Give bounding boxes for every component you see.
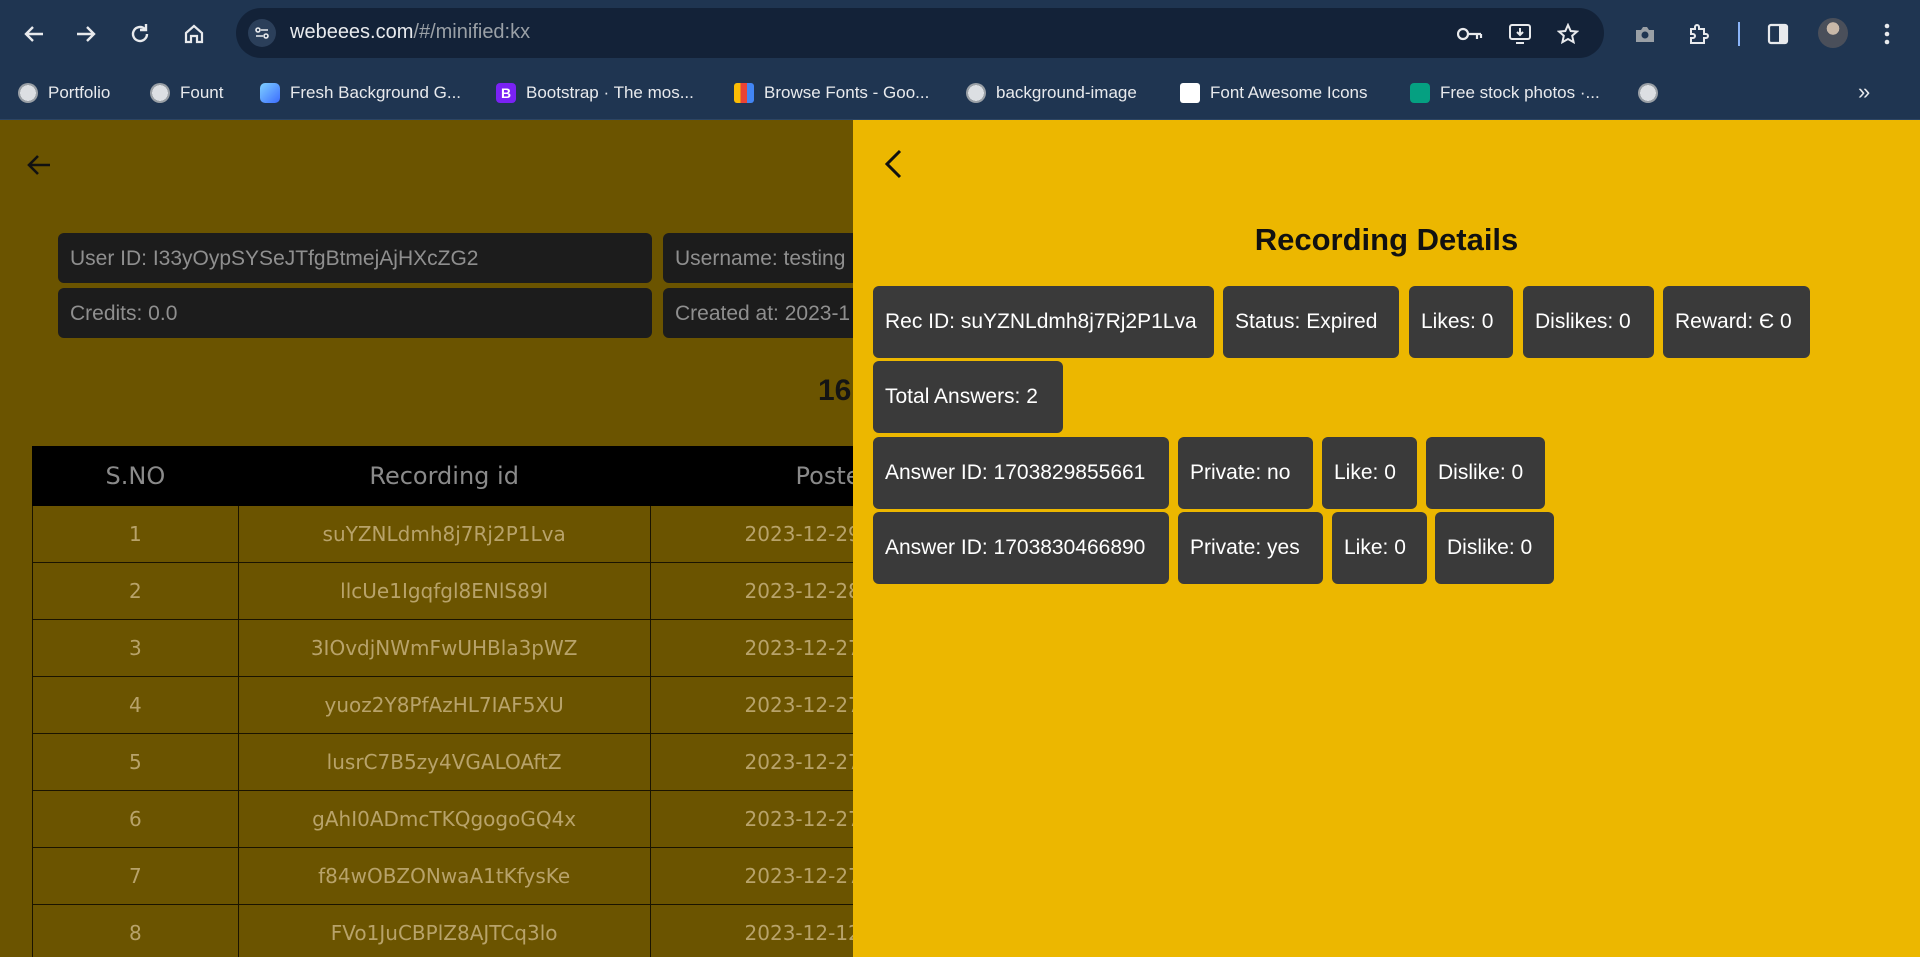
chevron-left-icon[interactable]	[883, 148, 903, 188]
star-icon[interactable]	[1554, 20, 1582, 48]
cell-recording-id: suYZNLdmh8j7Rj2P1Lva	[237, 505, 651, 563]
answer-like-chip: Like: 0	[1322, 437, 1417, 509]
status-chip: Status: Expired	[1223, 286, 1399, 358]
url-text: webeees.com/#/minified:kx	[290, 21, 531, 43]
total-answers-chip: Total Answers: 2	[873, 361, 1063, 433]
bookmark-globe[interactable]	[1638, 79, 1658, 107]
home-icon[interactable]	[174, 14, 214, 54]
answer-dislike-chip: Dislike: 0	[1426, 437, 1545, 509]
cell-recording-id: yuoz2Y8PfAzHL7IAF5XU	[237, 676, 651, 734]
cell-sno: 7	[32, 847, 239, 905]
drawer-title: Recording Details	[1254, 222, 1519, 257]
answer-like-chip: Like: 0	[1332, 512, 1427, 584]
cell-sno: 3	[32, 619, 239, 677]
bookmark-label: Font Awesome Icons	[1210, 83, 1368, 102]
bookmark-free-stock-photos[interactable]: Free stock photos ·...	[1410, 79, 1600, 107]
bookmark-google-fonts[interactable]: Browse Fonts - Goo...	[734, 79, 929, 107]
cell-recording-id: f84wOBZONwaA1tKfysKe	[237, 847, 651, 905]
extensions-icon[interactable]	[1679, 14, 1719, 54]
globe-icon	[18, 83, 38, 103]
cell-recording-id: llcUe1Igqfgl8ENlS89l	[237, 562, 651, 620]
bookmark-label: Portfolio	[48, 83, 111, 102]
likes-chip: Likes: 0	[1409, 286, 1513, 358]
cell-sno: 5	[32, 733, 239, 791]
more-menu-icon[interactable]	[1867, 14, 1907, 54]
cell-sno: 8	[32, 904, 239, 957]
google-fonts-icon	[734, 83, 754, 103]
cell-sno: 4	[32, 676, 239, 734]
back-arrow-icon[interactable]	[14, 14, 54, 54]
bookmark-label: background-image	[996, 83, 1137, 102]
gradient-icon	[260, 83, 280, 103]
profile-avatar[interactable]	[1818, 18, 1848, 48]
toolbar-divider	[1738, 22, 1740, 46]
cell-sno: 2	[32, 562, 239, 620]
bookmark-font-awesome[interactable]: Font Awesome Icons	[1180, 79, 1368, 107]
side-panel-icon[interactable]	[1758, 14, 1798, 54]
bookmarks-bar: Portfolio Fount Fresh Background G... B …	[0, 67, 1920, 120]
username-field: Username: testing	[663, 233, 863, 283]
globe-icon	[966, 83, 986, 103]
back-arrow-icon[interactable]	[26, 148, 52, 185]
browser-toolbar: webeees.com/#/minified:kx	[0, 0, 1920, 67]
bookmark-label: Fresh Background G...	[290, 83, 462, 102]
bookmark-portfolio[interactable]: Portfolio	[18, 79, 110, 107]
bookmark-label: Browse Fonts - Goo...	[764, 83, 930, 102]
bookmark-background-image[interactable]: background-image	[966, 79, 1137, 107]
bookmark-label: Free stock photos ·...	[1440, 83, 1600, 102]
install-app-icon[interactable]	[1506, 20, 1534, 48]
recording-details-drawer: Recording Details Rec ID: suYZNLdmh8j7Rj…	[853, 120, 1920, 957]
cell-recording-id: lusrC7B5zy4VGALOAftZ	[237, 733, 651, 791]
forward-arrow-icon[interactable]	[66, 14, 106, 54]
bookmark-bootstrap[interactable]: B Bootstrap · The mos...	[496, 79, 694, 107]
bookmark-label: Fount	[180, 83, 224, 102]
cell-recording-id: 3IOvdjNWmFwUHBla3pWZ	[237, 619, 651, 677]
answer-id-chip: Answer ID: 1703830466890	[873, 512, 1169, 584]
answer-private-chip: Private: no	[1178, 437, 1313, 509]
user-id-field: User ID: I33yOypSYSeJTfgBtmejAjHXcZG2	[58, 233, 652, 283]
key-icon[interactable]	[1456, 20, 1484, 48]
globe-icon	[1638, 83, 1658, 103]
answer-private-chip: Private: yes	[1178, 512, 1323, 584]
answer-dislike-chip: Dislike: 0	[1435, 512, 1554, 584]
reward-chip: Reward: Є 0	[1663, 286, 1810, 358]
bookmark-label: Bootstrap · The mos...	[526, 83, 694, 102]
column-header-sno: S.NO	[32, 446, 239, 506]
bootstrap-icon: B	[496, 83, 516, 103]
camera-icon[interactable]	[1625, 14, 1665, 54]
cell-recording-id: gAhI0ADmcTKQgogoGQ4x	[237, 790, 651, 848]
cell-sno: 6	[32, 790, 239, 848]
rec-id-chip: Rec ID: suYZNLdmh8j7Rj2P1Lva	[873, 286, 1214, 358]
globe-icon	[150, 83, 170, 103]
answer-id-chip: Answer ID: 1703829855661	[873, 437, 1169, 509]
stock-photo-icon	[1410, 83, 1430, 103]
credits-field: Credits: 0.0	[58, 288, 652, 338]
cell-sno: 1	[32, 505, 239, 563]
address-bar[interactable]: webeees.com/#/minified:kx	[236, 8, 1604, 58]
cell-recording-id: FVo1JuCBPlZ8AJTCq3lo	[237, 904, 651, 957]
flag-icon	[1180, 83, 1200, 103]
site-settings-icon[interactable]	[248, 19, 276, 47]
created-at-field: Created at: 2023-1	[663, 288, 863, 338]
reload-icon[interactable]	[120, 14, 160, 54]
bookmarks-overflow-icon[interactable]: »	[1858, 79, 1870, 105]
bookmark-fount[interactable]: Fount	[150, 79, 223, 107]
bookmark-fresh-background[interactable]: Fresh Background G...	[260, 79, 461, 107]
recordings-count: 16	[818, 374, 852, 407]
dislikes-chip: Dislikes: 0	[1523, 286, 1654, 358]
column-header-recording-id: Recording id	[237, 446, 651, 506]
